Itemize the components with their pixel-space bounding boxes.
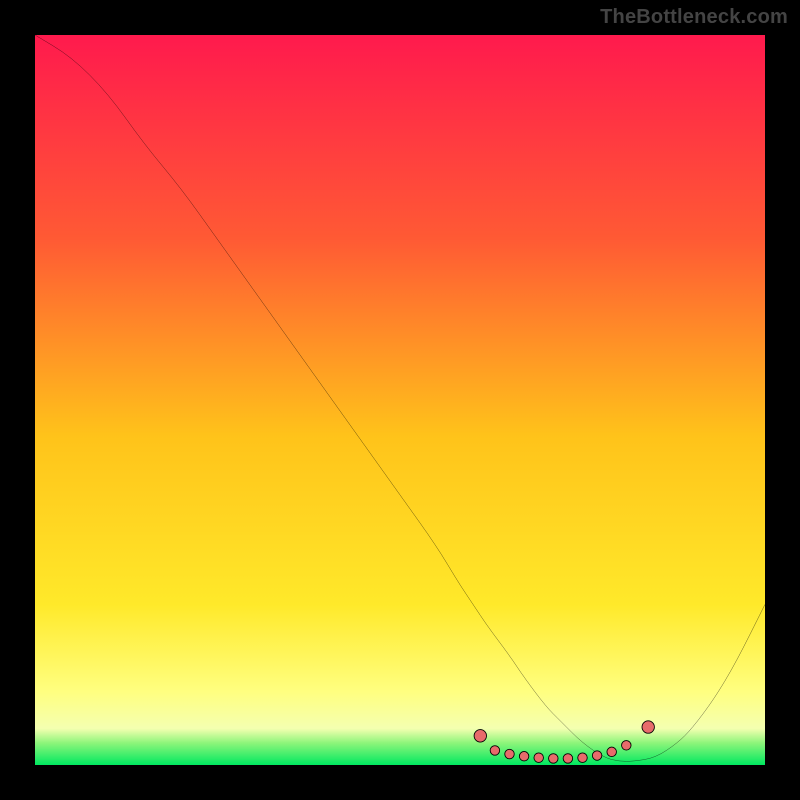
- data-dot: [490, 746, 499, 755]
- data-dot: [519, 751, 528, 760]
- data-dot: [549, 754, 558, 763]
- gradient-background: [35, 35, 765, 765]
- chart-svg: [35, 35, 765, 765]
- watermark-text: TheBottleneck.com: [600, 6, 788, 29]
- data-dot: [607, 747, 616, 756]
- plot-area: [35, 35, 765, 765]
- data-dot: [534, 753, 543, 762]
- data-dot: [474, 730, 486, 742]
- data-dot: [505, 749, 514, 758]
- data-dot: [642, 721, 654, 733]
- data-dot: [578, 753, 587, 762]
- chart-frame: TheBottleneck.com: [0, 0, 800, 800]
- data-dot: [622, 741, 631, 750]
- data-dot: [592, 751, 601, 760]
- data-dot: [563, 754, 572, 763]
